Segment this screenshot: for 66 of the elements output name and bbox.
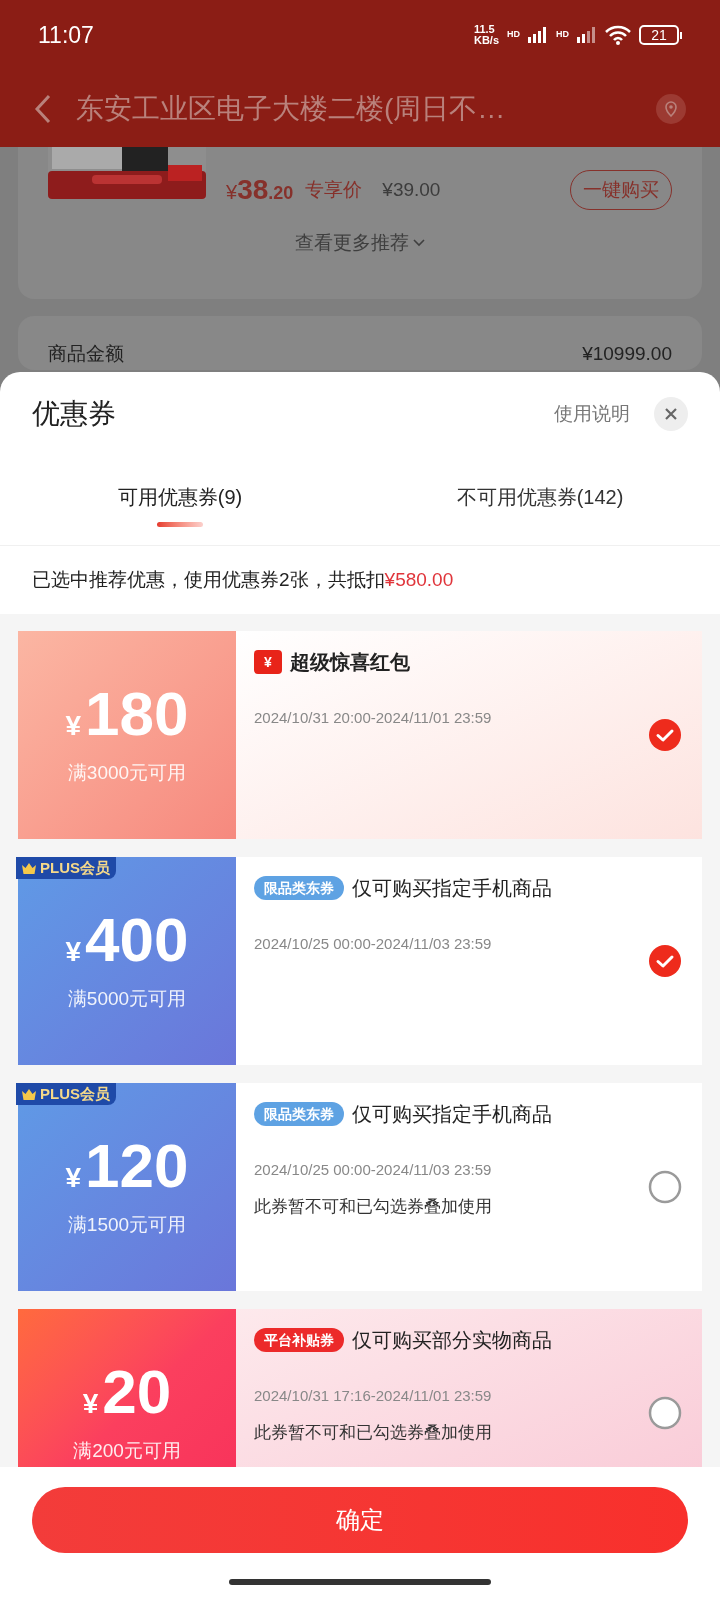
coupon-amount: 400 bbox=[85, 908, 189, 971]
discount-summary: 已选中推荐优惠，使用优惠券2张，共抵扣¥580.00 bbox=[32, 567, 454, 592]
status-time: 11:07 bbox=[38, 20, 94, 50]
plus-member-badge: PLUS会员 bbox=[16, 857, 116, 879]
back-icon[interactable] bbox=[34, 93, 52, 124]
coupon-amount: 180 bbox=[85, 682, 189, 745]
currency-symbol: ¥ bbox=[82, 1386, 99, 1421]
coupon-type-tag: 平台补贴券 bbox=[254, 1328, 344, 1352]
chevron-down-icon bbox=[413, 239, 425, 248]
coupon-condition: 满5000元可用 bbox=[67, 986, 187, 1011]
checked-circle-icon[interactable] bbox=[648, 944, 682, 978]
unchecked-circle-icon[interactable] bbox=[648, 1396, 682, 1430]
signal-icon bbox=[577, 27, 597, 43]
coupon-card[interactable]: PLUS会员 ¥120 满1500元可用 限品类东券 仅可购买指定手机商品 2024/10/25 00:00-2024/11/03 23:59 此券暂不可和已勾选券叠加使用 bbox=[18, 1083, 702, 1291]
location-icon[interactable] bbox=[656, 93, 686, 124]
currency-symbol: ¥ bbox=[65, 1160, 82, 1195]
currency-symbol: ¥ bbox=[65, 934, 82, 969]
coupon-condition: 满200元可用 bbox=[73, 1438, 181, 1463]
coupon-period: 2024/10/25 00:00-2024/11/03 23:59 bbox=[254, 934, 493, 954]
currency-symbol: ¥ bbox=[65, 708, 82, 743]
price-integer: 38 bbox=[237, 173, 269, 207]
price-decimal: .20 bbox=[268, 183, 294, 205]
battery-indicator: 21 bbox=[639, 25, 682, 45]
unchecked-circle-icon[interactable] bbox=[648, 1170, 682, 1204]
coupon-condition: 满1500元可用 bbox=[67, 1212, 187, 1237]
coupon-card[interactable]: ¥20 满200元可用 平台补贴券 仅可购买部分实物商品 2024/10/31 17:16-2024/11/01 23:59 此券暂不可和已勾选券叠加使用 bbox=[18, 1309, 702, 1467]
sheet-title: 优惠券 bbox=[32, 397, 117, 431]
coupon-period: 2024/10/31 20:00-2024/11/01 23:59 bbox=[254, 708, 493, 728]
coupon-title: 仅可购买指定手机商品 bbox=[352, 1102, 552, 1127]
coupon-card[interactable]: PLUS会员 ¥400 满5000元可用 限品类东券 仅可购买指定手机商品 2024/10/25 00:00-2024/11/03 23:59 bbox=[18, 857, 702, 1065]
network-type: HD bbox=[556, 28, 569, 41]
coupon-condition: 满3000元可用 bbox=[67, 760, 187, 785]
checked-circle-icon[interactable] bbox=[648, 718, 682, 752]
network-speed-value: 11.5 bbox=[473, 24, 496, 35]
coupon-type-tag: 限品类东券 bbox=[254, 1102, 344, 1126]
amount-label: 商品金额 bbox=[48, 341, 124, 366]
usage-instructions-link[interactable]: 使用说明 bbox=[554, 399, 630, 429]
network-type: HD bbox=[507, 28, 520, 41]
coupon-tab[interactable]: 可用优惠券(9) bbox=[0, 456, 360, 545]
crown-icon bbox=[22, 1088, 36, 1100]
plus-member-badge: PLUS会员 bbox=[16, 1083, 116, 1105]
coupon-period: 2024/10/31 17:16-2024/11/01 23:59 bbox=[254, 1386, 493, 1406]
price-label: 专享价 bbox=[305, 177, 363, 202]
price-symbol: ¥ bbox=[226, 181, 238, 205]
network-speed-unit: KB/s bbox=[473, 35, 499, 46]
coupon-title: 仅可购买部分实物商品 bbox=[352, 1328, 552, 1353]
coupon-note: 此券暂不可和已勾选券叠加使用 bbox=[254, 1421, 493, 1444]
coupon-period: 2024/10/25 00:00-2024/11/03 23:59 bbox=[254, 1160, 493, 1180]
original-price: ¥39.00 bbox=[382, 177, 441, 202]
coupon-title: 超级惊喜红包 bbox=[289, 650, 410, 675]
signal-icon bbox=[528, 27, 548, 43]
amount-value: ¥10999.00 bbox=[582, 341, 672, 366]
wifi-icon bbox=[605, 25, 631, 45]
ticket-tag: ¥ bbox=[254, 650, 282, 674]
coupon-amount: 120 bbox=[85, 1134, 189, 1197]
close-icon[interactable] bbox=[654, 397, 688, 431]
tab-underline bbox=[157, 522, 203, 527]
coupon-note: 此券暂不可和已勾选券叠加使用 bbox=[254, 1195, 493, 1218]
coupon-title: 仅可购买指定手机商品 bbox=[352, 876, 552, 901]
confirm-button[interactable]: 确定 bbox=[32, 1487, 688, 1553]
address-title: 东安工业区电子大楼二楼(周日不… bbox=[76, 91, 507, 126]
crown-icon bbox=[22, 862, 36, 874]
coupon-type-tag: 限品类东券 bbox=[254, 876, 344, 900]
coupon-amount: 20 bbox=[102, 1360, 172, 1423]
coupon-card[interactable]: ¥180 满3000元可用 ¥ 超级惊喜红包 2024/10/31 20:00-2024/11/01 23:59 bbox=[18, 631, 702, 839]
coupon-tab[interactable]: 不可用优惠券(142) bbox=[360, 456, 720, 545]
